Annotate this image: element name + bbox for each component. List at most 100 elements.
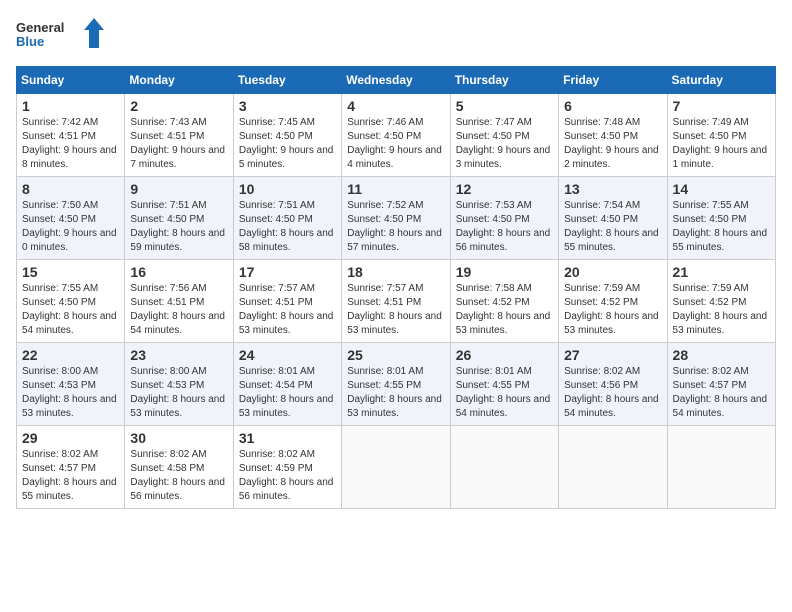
day-info: Sunrise: 7:54 AM Sunset: 4:50 PM Dayligh… (564, 199, 661, 255)
weekday-header-friday: Friday (559, 67, 667, 94)
day-number: 14 (673, 181, 770, 197)
day-info: Sunrise: 7:56 AM Sunset: 4:51 PM Dayligh… (130, 282, 227, 338)
day-number: 18 (347, 264, 444, 280)
day-number: 15 (22, 264, 119, 280)
day-number: 16 (130, 264, 227, 280)
day-info: Sunrise: 8:00 AM Sunset: 4:53 PM Dayligh… (22, 365, 119, 421)
day-info: Sunrise: 7:47 AM Sunset: 4:50 PM Dayligh… (456, 116, 553, 172)
day-number: 20 (564, 264, 661, 280)
day-info: Sunrise: 8:02 AM Sunset: 4:57 PM Dayligh… (673, 365, 770, 421)
day-info: Sunrise: 7:48 AM Sunset: 4:50 PM Dayligh… (564, 116, 661, 172)
day-info: Sunrise: 8:02 AM Sunset: 4:56 PM Dayligh… (564, 365, 661, 421)
day-number: 10 (239, 181, 336, 197)
day-info: Sunrise: 7:50 AM Sunset: 4:50 PM Dayligh… (22, 199, 119, 255)
calendar-cell (667, 426, 775, 509)
weekday-header-wednesday: Wednesday (342, 67, 450, 94)
calendar-cell: 14 Sunrise: 7:55 AM Sunset: 4:50 PM Dayli… (667, 177, 775, 260)
day-number: 5 (456, 98, 553, 114)
svg-text:General: General (16, 20, 64, 35)
calendar-cell: 26Sunrise: 8:01 AM Sunset: 4:55 PM Dayli… (450, 343, 558, 426)
day-number: 24 (239, 347, 336, 363)
calendar-cell: 23 Sunrise: 8:00 AM Sunset: 4:53 PM Dayli… (125, 343, 233, 426)
calendar-cell: 27 Sunrise: 8:02 AM Sunset: 4:56 PM Dayli… (559, 343, 667, 426)
day-number: 6 (564, 98, 661, 114)
day-info: Sunrise: 8:01 AM Sunset: 4:54 PM Dayligh… (239, 365, 336, 421)
day-number: 19 (456, 264, 553, 280)
calendar-cell (559, 426, 667, 509)
calendar-cell: 15 Sunrise: 7:55 AM Sunset: 4:50 PM Dayli… (17, 260, 125, 343)
calendar-cell: 7Sunrise: 7:49 AM Sunset: 4:50 PM Daylig… (667, 94, 775, 177)
day-info: Sunrise: 7:57 AM Sunset: 4:51 PM Dayligh… (239, 282, 336, 338)
day-info: Sunrise: 8:02 AM Sunset: 4:59 PM Dayligh… (239, 448, 336, 504)
calendar-cell: 30 Sunrise: 8:02 AM Sunset: 4:58 PM Dayli… (125, 426, 233, 509)
day-info: Sunrise: 8:02 AM Sunset: 4:57 PM Dayligh… (22, 448, 119, 504)
calendar-cell: 22 Sunrise: 8:00 AM Sunset: 4:53 PM Dayli… (17, 343, 125, 426)
day-number: 12 (456, 181, 553, 197)
calendar-cell (342, 426, 450, 509)
weekday-header-saturday: Saturday (667, 67, 775, 94)
calendar-cell: 13 Sunrise: 7:54 AM Sunset: 4:50 PM Dayli… (559, 177, 667, 260)
day-number: 26 (456, 347, 553, 363)
calendar-cell: 5 Sunrise: 7:47 AM Sunset: 4:50 PM Daylig… (450, 94, 558, 177)
day-info: Sunrise: 7:49 AM Sunset: 4:50 PM Dayligh… (673, 116, 770, 172)
day-info: Sunrise: 7:59 AM Sunset: 4:52 PM Dayligh… (673, 282, 770, 338)
calendar-cell: 8Sunrise: 7:50 AM Sunset: 4:50 PM Daylig… (17, 177, 125, 260)
calendar-cell: 4 Sunrise: 7:46 AM Sunset: 4:50 PM Daylig… (342, 94, 450, 177)
day-number: 11 (347, 181, 444, 197)
day-number: 9 (130, 181, 227, 197)
day-number: 28 (673, 347, 770, 363)
calendar-week-3: 15 Sunrise: 7:55 AM Sunset: 4:50 PM Dayli… (17, 260, 776, 343)
calendar-cell: 21Sunrise: 7:59 AM Sunset: 4:52 PM Dayli… (667, 260, 775, 343)
page-header: General Blue (16, 16, 776, 56)
calendar-week-1: 1 Sunrise: 7:42 AM Sunset: 4:51 PM Daylig… (17, 94, 776, 177)
day-number: 22 (22, 347, 119, 363)
day-number: 31 (239, 430, 336, 446)
day-info: Sunrise: 7:51 AM Sunset: 4:50 PM Dayligh… (239, 199, 336, 255)
day-info: Sunrise: 8:02 AM Sunset: 4:58 PM Dayligh… (130, 448, 227, 504)
calendar-cell: 1 Sunrise: 7:42 AM Sunset: 4:51 PM Daylig… (17, 94, 125, 177)
day-info: Sunrise: 7:46 AM Sunset: 4:50 PM Dayligh… (347, 116, 444, 172)
calendar-week-4: 22 Sunrise: 8:00 AM Sunset: 4:53 PM Dayli… (17, 343, 776, 426)
calendar-cell: 12 Sunrise: 7:53 AM Sunset: 4:50 PM Dayli… (450, 177, 558, 260)
calendar-cell: 16 Sunrise: 7:56 AM Sunset: 4:51 PM Dayli… (125, 260, 233, 343)
weekday-header-sunday: Sunday (17, 67, 125, 94)
day-number: 4 (347, 98, 444, 114)
day-info: Sunrise: 8:00 AM Sunset: 4:53 PM Dayligh… (130, 365, 227, 421)
day-info: Sunrise: 7:42 AM Sunset: 4:51 PM Dayligh… (22, 116, 119, 172)
calendar-cell: 31 Sunrise: 8:02 AM Sunset: 4:59 PM Dayli… (233, 426, 341, 509)
calendar-week-2: 8Sunrise: 7:50 AM Sunset: 4:50 PM Daylig… (17, 177, 776, 260)
day-info: Sunrise: 7:55 AM Sunset: 4:50 PM Dayligh… (22, 282, 119, 338)
day-info: Sunrise: 7:45 AM Sunset: 4:50 PM Dayligh… (239, 116, 336, 172)
day-number: 25 (347, 347, 444, 363)
logo-svg: General Blue (16, 16, 106, 56)
calendar-cell: 11 Sunrise: 7:52 AM Sunset: 4:50 PM Dayli… (342, 177, 450, 260)
calendar-cell: 6 Sunrise: 7:48 AM Sunset: 4:50 PM Daylig… (559, 94, 667, 177)
day-info: Sunrise: 7:43 AM Sunset: 4:51 PM Dayligh… (130, 116, 227, 172)
day-number: 1 (22, 98, 119, 114)
calendar-cell: 24 Sunrise: 8:01 AM Sunset: 4:54 PM Dayli… (233, 343, 341, 426)
day-number: 29 (22, 430, 119, 446)
day-number: 2 (130, 98, 227, 114)
day-info: Sunrise: 7:52 AM Sunset: 4:50 PM Dayligh… (347, 199, 444, 255)
day-number: 17 (239, 264, 336, 280)
day-info: Sunrise: 7:53 AM Sunset: 4:50 PM Dayligh… (456, 199, 553, 255)
day-info: Sunrise: 7:59 AM Sunset: 4:52 PM Dayligh… (564, 282, 661, 338)
calendar-table: SundayMondayTuesdayWednesdayThursdayFrid… (16, 66, 776, 509)
day-info: Sunrise: 7:55 AM Sunset: 4:50 PM Dayligh… (673, 199, 770, 255)
calendar-cell: 18Sunrise: 7:57 AM Sunset: 4:51 PM Dayli… (342, 260, 450, 343)
calendar-cell: 25 Sunrise: 8:01 AM Sunset: 4:55 PM Dayli… (342, 343, 450, 426)
day-number: 27 (564, 347, 661, 363)
calendar-cell: 2 Sunrise: 7:43 AM Sunset: 4:51 PM Daylig… (125, 94, 233, 177)
calendar-cell: 17 Sunrise: 7:57 AM Sunset: 4:51 PM Dayli… (233, 260, 341, 343)
day-number: 13 (564, 181, 661, 197)
day-info: Sunrise: 8:01 AM Sunset: 4:55 PM Dayligh… (347, 365, 444, 421)
calendar-cell (450, 426, 558, 509)
day-number: 30 (130, 430, 227, 446)
calendar-cell: 3Sunrise: 7:45 AM Sunset: 4:50 PM Daylig… (233, 94, 341, 177)
day-info: Sunrise: 7:51 AM Sunset: 4:50 PM Dayligh… (130, 199, 227, 255)
calendar-cell: 29 Sunrise: 8:02 AM Sunset: 4:57 PM Dayli… (17, 426, 125, 509)
weekday-header-tuesday: Tuesday (233, 67, 341, 94)
calendar-cell: 9 Sunrise: 7:51 AM Sunset: 4:50 PM Daylig… (125, 177, 233, 260)
weekday-header-monday: Monday (125, 67, 233, 94)
day-number: 23 (130, 347, 227, 363)
